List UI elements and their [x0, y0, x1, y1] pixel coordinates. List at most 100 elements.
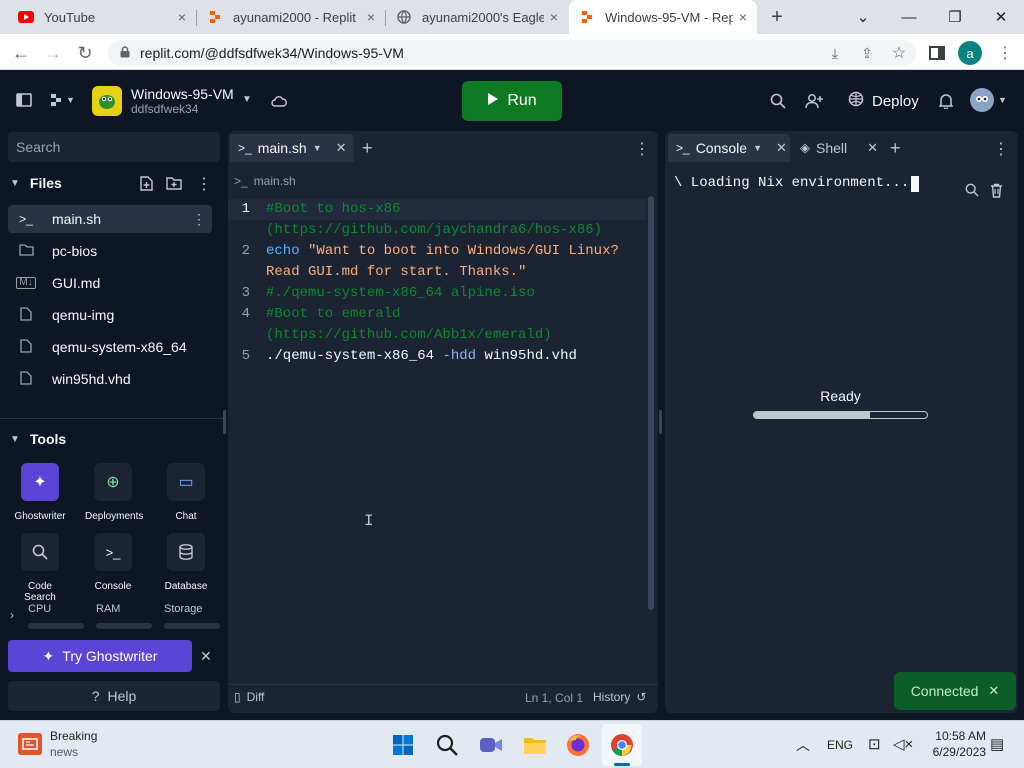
search-icon[interactable]: [768, 91, 788, 111]
diff-button[interactable]: ▯ Diff: [234, 690, 264, 704]
history-button[interactable]: History ↺: [593, 690, 646, 704]
close-tab-icon[interactable]: ×: [739, 9, 747, 25]
chevron-down-icon[interactable]: ▼: [242, 94, 252, 105]
sidebar-toggle-icon[interactable]: [14, 90, 34, 110]
file-explorer-icon[interactable]: [520, 730, 550, 760]
close-tab-icon[interactable]: ✕: [776, 140, 787, 156]
browser-tab-replit-profile[interactable]: ayunami2000 - Replit ×: [197, 0, 385, 34]
repl-name[interactable]: Windows-95-VM: [131, 86, 234, 102]
share-icon[interactable]: ⇪: [856, 42, 878, 64]
chevron-up-icon[interactable]: ︿: [796, 735, 810, 755]
files-menu-icon[interactable]: ⋮: [196, 174, 212, 194]
language-indicator[interactable]: ENG: [827, 738, 853, 752]
tab-shell[interactable]: ◈ Shell ✕: [800, 134, 878, 162]
file-item-qemu-system[interactable]: qemu-system-x86_64: [8, 333, 212, 361]
bell-icon[interactable]: [936, 91, 956, 111]
volume-muted-icon[interactable]: ◁×: [893, 735, 913, 753]
maximize-icon[interactable]: ❐: [932, 0, 978, 34]
menu-kebab-icon[interactable]: ⋮: [994, 42, 1016, 64]
file-item-win95hd[interactable]: win95hd.vhd: [8, 365, 212, 393]
tool-console[interactable]: >_ Console: [85, 533, 141, 592]
news-title[interactable]: Breaking: [50, 729, 97, 743]
network-icon[interactable]: ⊡: [868, 735, 881, 753]
sidebar-resize-handle[interactable]: [223, 410, 226, 434]
file-item-main-sh[interactable]: >_ main.sh ⋮: [8, 205, 212, 233]
add-tab-icon[interactable]: +: [362, 138, 373, 159]
breadcrumb-file[interactable]: main.sh: [254, 174, 296, 188]
tools-section-header[interactable]: ▼ Tools: [10, 431, 66, 447]
news-widget-icon[interactable]: [18, 733, 42, 755]
code-editor[interactable]: 1 #Boot to hos-x86 (https://github.com/jay…: [228, 199, 648, 367]
file-item-qemu-img[interactable]: qemu-img: [8, 301, 212, 329]
clock-date[interactable]: 6/29/2023: [916, 745, 986, 759]
close-tab-icon[interactable]: ×: [178, 9, 186, 25]
address-bar[interactable]: replit.com/@ddfsdfwek34/Windows-95-VM: [108, 40, 916, 66]
tool-chat[interactable]: ▭ Chat: [158, 463, 214, 522]
console-output[interactable]: \ Loading Nix environment...: [674, 173, 920, 194]
close-tab-icon[interactable]: ✕: [336, 140, 347, 156]
tool-database[interactable]: Database: [158, 533, 214, 592]
tool-deployments[interactable]: ⊕ Deployments: [85, 463, 143, 522]
pane-menu-icon[interactable]: ⋮: [993, 139, 1009, 159]
deploy-button[interactable]: Deploy: [842, 88, 926, 114]
files-section-header[interactable]: ▼ Files: [10, 175, 62, 191]
meet-icon[interactable]: [476, 730, 506, 760]
install-app-icon[interactable]: ⤓: [824, 42, 846, 64]
tool-ghostwriter[interactable]: ✦ Ghostwriter: [12, 463, 68, 522]
chevron-down-icon: ▼: [10, 433, 20, 445]
browser-tab-youtube[interactable]: YouTube ×: [8, 0, 196, 34]
code-line: 5 ./qemu-system-x86_64 -hdd win95hd.vhd: [228, 346, 648, 367]
close-icon[interactable]: ✕: [200, 648, 212, 665]
help-button[interactable]: ? Help: [8, 681, 220, 711]
run-button[interactable]: Run: [462, 81, 562, 121]
browser-tab-windows-95-vm[interactable]: Windows-95-VM - Rep ×: [569, 0, 757, 34]
repl-owner[interactable]: ddfsdfwek34: [131, 102, 198, 116]
forward-icon[interactable]: →: [42, 42, 64, 64]
tab-search-icon[interactable]: ⌄: [840, 0, 886, 34]
chrome-icon[interactable]: [607, 730, 637, 760]
invite-user-icon[interactable]: [804, 91, 824, 111]
file-menu-icon[interactable]: ⋮: [192, 211, 206, 228]
breadcrumb: >_ main.sh: [234, 174, 296, 188]
pane-menu-icon[interactable]: ⋮: [634, 139, 650, 159]
minimize-icon[interactable]: —: [886, 0, 932, 34]
search-input[interactable]: Search: [8, 132, 220, 162]
firefox-icon[interactable]: [563, 730, 593, 760]
file-item-pc-bios[interactable]: pc-bios: [8, 237, 212, 265]
cpu-label: CPU: [28, 603, 52, 615]
file-item-gui-md[interactable]: M↓ GUI.md: [8, 269, 212, 297]
chevron-right-icon[interactable]: ›: [10, 608, 14, 622]
try-ghostwriter-button[interactable]: ✦ Try Ghostwriter: [8, 640, 192, 672]
chevron-down-icon[interactable]: ▼: [998, 95, 1007, 105]
user-avatar[interactable]: [970, 88, 994, 112]
close-window-icon[interactable]: ✕: [978, 0, 1024, 34]
close-tab-icon[interactable]: ✕: [867, 140, 878, 156]
tool-code-search[interactable]: Code Search: [12, 533, 68, 603]
repl-avatar[interactable]: [92, 86, 122, 116]
close-tab-icon[interactable]: ×: [550, 9, 558, 25]
windows-start-icon[interactable]: [388, 730, 418, 760]
close-tab-icon[interactable]: ×: [367, 9, 375, 25]
bookmark-star-icon[interactable]: ☆: [888, 42, 910, 64]
profile-avatar[interactable]: a: [958, 41, 982, 65]
reload-icon[interactable]: ↻: [74, 42, 96, 64]
replit-menu-icon[interactable]: ▼: [46, 90, 78, 110]
add-tab-icon[interactable]: +: [890, 138, 901, 159]
pane-resize-handle[interactable]: [659, 410, 662, 434]
new-tab-button[interactable]: +: [764, 4, 790, 30]
side-panel-icon[interactable]: [926, 42, 948, 64]
editor-scrollbar[interactable]: [648, 196, 654, 610]
back-icon[interactable]: ←: [10, 42, 32, 64]
search-icon[interactable]: [432, 730, 462, 760]
new-folder-icon[interactable]: [166, 175, 182, 191]
browser-tab-eaglercraft[interactable]: ayunami2000's Eaglerc ×: [386, 0, 568, 34]
trash-icon[interactable]: [988, 182, 1004, 198]
clock-time[interactable]: 10:58 AM: [916, 729, 986, 743]
notifications-icon[interactable]: ▤: [990, 735, 1004, 753]
new-file-icon[interactable]: [138, 175, 154, 191]
search-icon[interactable]: [964, 182, 980, 198]
close-icon[interactable]: ✕: [988, 683, 999, 699]
tab-console[interactable]: >_ Console ▼ ✕: [668, 134, 790, 162]
editor-tab-main-sh[interactable]: >_ main.sh ▼ ✕: [230, 134, 354, 162]
files-title: Files: [29, 175, 62, 191]
